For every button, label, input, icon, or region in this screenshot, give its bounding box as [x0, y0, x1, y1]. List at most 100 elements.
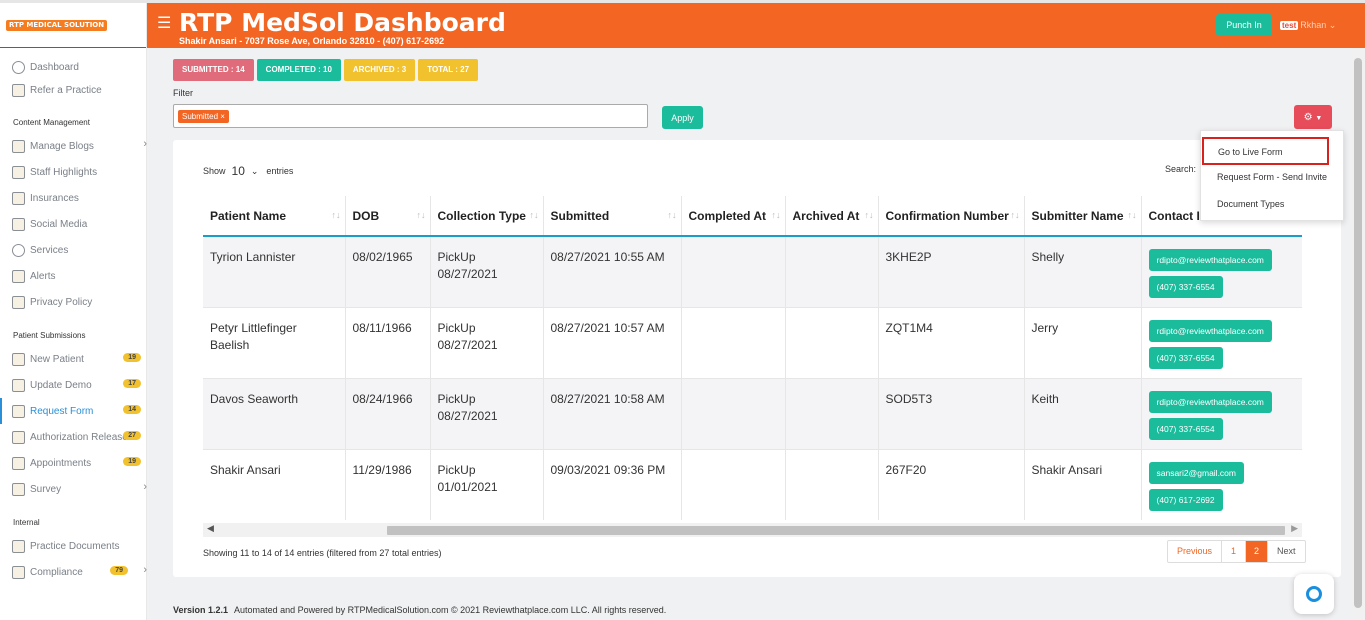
filter-chip-submitted[interactable]: Submitted × — [178, 110, 229, 123]
cell-submitter: Shelly — [1024, 235, 1142, 307]
sidebar-item-alerts[interactable]: Alerts — [0, 263, 146, 289]
email-button[interactable]: rdipto@reviewthatplace.com — [1148, 249, 1272, 271]
horizontal-scrollbar[interactable]: ◀ ▶ — [203, 523, 1302, 537]
email-button[interactable]: sansari2@gmail.com — [1148, 461, 1244, 484]
previous-page-button[interactable]: Previous — [1168, 541, 1223, 562]
apply-button[interactable]: Apply — [662, 106, 703, 129]
sidebar-item-new-patient[interactable]: New Patient 19 — [0, 346, 146, 372]
cell-submitted: 08/27/2021 10:55 AM — [543, 235, 682, 307]
update-icon — [12, 378, 25, 392]
page-length-select[interactable]: 10 — [232, 164, 245, 178]
table-row[interactable]: Davos Seaworth 08/24/1966 PickUp 08/27/20… — [203, 377, 1302, 449]
section-heading-internal: Internal — [13, 518, 40, 527]
col-header[interactable]: Completed At ↑↓ — [681, 196, 786, 237]
phone-button[interactable]: (407) 337-6554 — [1148, 417, 1223, 440]
completed-tag[interactable]: COMPLETED : 10 — [256, 59, 341, 81]
cell-submitter: Shakir Ansari — [1024, 448, 1142, 520]
sidebar-item-refer-a-practice[interactable]: Refer a Practice — [0, 80, 146, 100]
sidebar-item-label: Insurances — [30, 192, 79, 204]
user-menu[interactable]: test Rkhan ⌄ — [1280, 20, 1336, 31]
punch-in-button[interactable]: Punch In — [1216, 14, 1272, 36]
sidebar-item-manage-blogs[interactable]: Manage Blogs › — [0, 133, 147, 159]
sidebar-item-staff-highlights[interactable]: Staff Highlights — [0, 159, 146, 185]
phone-button[interactable]: (407) 337-6554 — [1148, 276, 1223, 298]
archived-tag[interactable]: ARCHIVED : 3 — [343, 59, 416, 81]
col-header[interactable]: Submitter Name ↑↓ — [1024, 196, 1142, 237]
sidebar-item-label: Appointments — [30, 457, 92, 469]
sidebar-item-request-form[interactable]: Request Form 14 — [0, 398, 146, 424]
count-badge: 14 — [123, 405, 141, 414]
email-button[interactable]: rdipto@reviewthatplace.com — [1148, 319, 1272, 342]
col-header[interactable]: DOB ↑↓ — [345, 196, 431, 237]
social-icon — [12, 217, 25, 231]
sidebar-item-update-demo[interactable]: Update Demo 17 — [0, 372, 146, 398]
filter-input[interactable]: Submitted × — [173, 104, 648, 128]
blog-icon — [12, 139, 25, 153]
page-2-button[interactable]: 2 — [1246, 541, 1269, 562]
scroll-left-icon[interactable]: ◀ — [207, 523, 214, 534]
sidebar-item-survey[interactable]: Survey › — [0, 476, 147, 502]
count-badge: 19 — [123, 457, 141, 466]
sidebar-item-practice-documents[interactable]: Practice Documents — [0, 533, 146, 559]
email-button[interactable]: rdipto@reviewthatplace.com — [1148, 390, 1272, 413]
sidebar-item-social-media[interactable]: Social Media — [0, 211, 146, 237]
table-info: Showing 11 to 14 of 14 entries (filtered… — [203, 548, 442, 558]
table-row[interactable]: Shakir Ansari 11/29/1986 PickUp 01/01/202… — [203, 448, 1302, 520]
count-badge: 79 — [110, 566, 128, 575]
hamburger-menu-icon[interactable]: ☰ — [157, 13, 171, 33]
cell-completed — [681, 377, 786, 449]
sidebar-item-dashboard[interactable]: Dashboard — [0, 54, 146, 80]
cell-patient-name: Tyrion Lannister — [203, 235, 346, 307]
col-header[interactable]: Confirmation Number ↑↓ — [878, 196, 1025, 237]
sort-icon: ↑↓ — [864, 210, 874, 220]
col-header[interactable]: Submitted ↑↓ — [543, 196, 682, 237]
scrollbar-thumb[interactable] — [387, 526, 1285, 535]
col-header[interactable]: Patient Name ↑↓ — [203, 196, 346, 237]
total-tag[interactable]: TOTAL : 27 — [418, 59, 479, 81]
scrollbar-thumb[interactable] — [1354, 58, 1362, 608]
privacy-icon — [12, 295, 25, 309]
scroll-right-icon[interactable]: ▶ — [1291, 523, 1298, 534]
vertical-scrollbar[interactable] — [1351, 48, 1365, 620]
col-header[interactable]: Collection Type ↑↓ — [430, 196, 544, 237]
menu-item-request-form-send-invite[interactable]: Request Form - Send Invite — [1201, 164, 1345, 191]
lifebuoy-icon — [1306, 586, 1322, 602]
menu-item-go-to-live-form[interactable]: Go to Live Form — [1202, 137, 1329, 165]
cell-confirmation: SOD5T3 — [878, 377, 1025, 449]
cell-dob: 08/11/1966 — [345, 306, 431, 378]
table-row[interactable]: Petyr Littlefinger Baelish 08/11/1966 Pi… — [203, 306, 1302, 378]
sidebar-item-label: Privacy Policy — [30, 296, 93, 308]
table-row[interactable]: Tyrion Lannister 08/02/1965 PickUp 08/27/… — [203, 235, 1302, 307]
cell-archived — [785, 448, 879, 520]
sidebar-item-authorization-release[interactable]: Authorization Release 27 — [0, 424, 146, 450]
sidebar-item-insurances[interactable]: Insurances — [0, 185, 146, 211]
sidebar-item-privacy-policy[interactable]: Privacy Policy — [0, 289, 146, 315]
sidebar-item-services[interactable]: Services — [0, 237, 146, 263]
search-label: Search: — [1165, 164, 1197, 174]
chevron-down-icon[interactable]: ⌄ — [251, 166, 259, 177]
sidebar-item-label: New Patient — [30, 353, 84, 365]
logo[interactable]: RTP MEDICAL SOLUTION — [0, 3, 146, 48]
user-name: Rkhan — [1300, 20, 1327, 30]
sidebar-item-appointments[interactable]: Appointments 19 — [0, 450, 146, 476]
phone-button[interactable]: (407) 617-2692 — [1148, 488, 1223, 511]
cell-submitter: Keith — [1024, 377, 1142, 449]
user-tag: test — [1280, 21, 1299, 30]
caret-down-icon: ▼ — [1315, 114, 1323, 122]
clipboard-icon — [12, 352, 25, 366]
sidebar-item-label: Request Form — [30, 405, 94, 417]
sidebar-item-compliance[interactable]: Compliance 79 › — [0, 559, 147, 585]
page-1-button[interactable]: 1 — [1222, 541, 1247, 562]
sort-icon: ↑↓ — [667, 210, 677, 220]
submitted-tag[interactable]: SUBMITTED : 14 — [173, 59, 254, 81]
col-header[interactable]: Archived At ↑↓ — [785, 196, 879, 237]
cell-submitter: Jerry — [1024, 306, 1142, 378]
next-page-button[interactable]: Next — [1268, 541, 1305, 562]
settings-dropdown-button[interactable]: ⚙ ▼ — [1294, 105, 1332, 129]
documents-icon — [12, 539, 25, 553]
phone-button[interactable]: (407) 337-6554 — [1148, 346, 1223, 369]
cell-submitted: 09/03/2021 09:36 PM — [543, 448, 682, 520]
sidebar-item-label: Practice Documents — [30, 540, 120, 552]
help-button[interactable] — [1294, 574, 1334, 614]
menu-item-document-types[interactable]: Document Types — [1201, 191, 1345, 218]
